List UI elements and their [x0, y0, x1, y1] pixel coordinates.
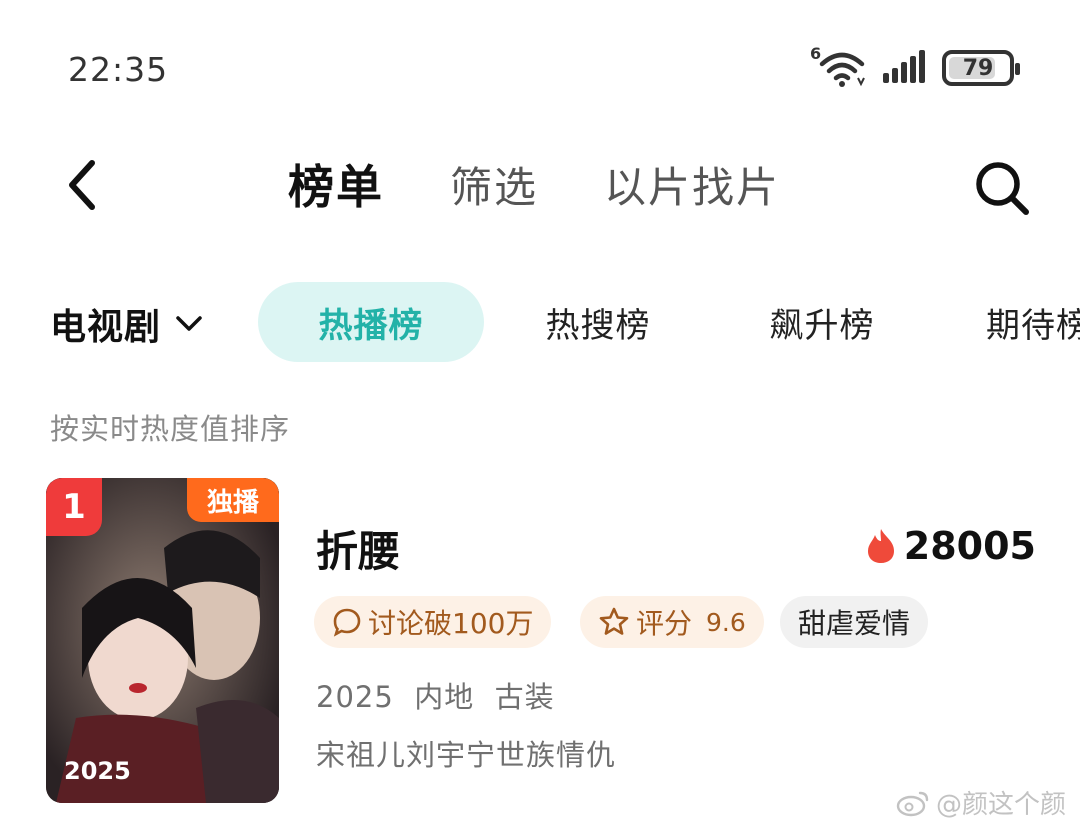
exclusive-badge: 独播 — [187, 478, 279, 522]
tag-discussion[interactable]: 讨论破100万 — [314, 596, 552, 648]
watermark: @颜这个颜 — [896, 784, 1066, 821]
rank-tab-hot-search[interactable]: 热搜榜 — [520, 282, 676, 362]
comment-icon — [333, 608, 361, 637]
rank-tab-hot-play[interactable]: 热播榜 — [258, 282, 484, 362]
tag-score[interactable]: 评分 9.6 — [580, 596, 764, 648]
battery-icon: 79 — [942, 50, 1020, 86]
chevron-down-icon — [176, 316, 202, 331]
wifi-generation-label: 6 — [810, 44, 822, 63]
flame-icon — [867, 529, 894, 563]
status-time: 22:35 — [68, 50, 169, 89]
nav-tabs: 榜单 筛选 以片找片 — [288, 152, 846, 216]
rank-tab-rising[interactable]: 飙升榜 — [742, 282, 902, 362]
category-selected: 电视剧 — [50, 307, 162, 348]
tab-filter[interactable]: 筛选 — [450, 154, 538, 215]
back-button[interactable] — [58, 155, 106, 215]
status-icons: 6 79 — [810, 44, 1020, 92]
tag-score-value: 9.6 — [706, 607, 746, 637]
rank-badge: 1 — [46, 478, 102, 536]
battery-level: 79 — [962, 55, 994, 81]
signal-icon — [882, 49, 928, 87]
tag-score-label: 评分 — [636, 607, 693, 640]
wifi-icon: 6 — [810, 44, 868, 88]
item-meta: 2025 内地 古装 — [316, 680, 555, 714]
heat-value: 28005 — [903, 524, 1036, 568]
tag-discussion-label: 讨论破100万 — [368, 607, 534, 640]
weibo-logo-icon — [896, 791, 929, 816]
rank-tab-anticipated[interactable]: 期待榜 — [986, 282, 1080, 362]
item-title[interactable]: 折腰 — [316, 518, 400, 579]
poster-year: 2025 — [64, 757, 131, 785]
category-dropdown[interactable]: 电视剧 — [50, 296, 203, 352]
battery-tip — [1015, 63, 1020, 75]
search-icon — [976, 162, 1029, 215]
tab-find-similar[interactable]: 以片找片 — [604, 154, 780, 215]
chevron-left-icon — [69, 160, 95, 210]
poster-image[interactable]: 1 独播 2025 — [46, 478, 279, 803]
tag-genre[interactable]: 甜虐爱情 — [780, 596, 929, 648]
heat-score: 28005 — [866, 520, 1036, 572]
watermark-text: @颜这个颜 — [935, 790, 1066, 820]
star-icon — [599, 607, 629, 635]
search-button[interactable] — [970, 156, 1034, 220]
sort-hint: 按实时热度值排序 — [50, 412, 291, 446]
tab-ranking[interactable]: 榜单 — [288, 151, 384, 217]
item-cast: 宋祖儿刘宇宁世族情仇 — [316, 738, 617, 772]
